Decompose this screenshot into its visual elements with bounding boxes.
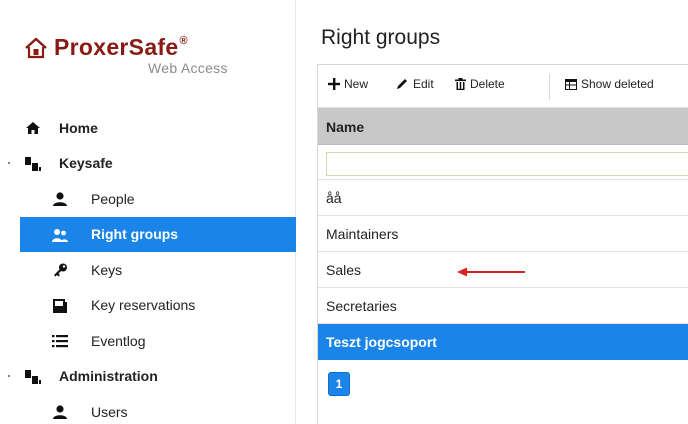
home-icon <box>26 122 40 134</box>
sidebar-item-label: Keysafe <box>59 155 113 172</box>
column-header-name[interactable]: Name <box>318 108 688 145</box>
right-groups-grid: New Edit Delete Show deleted Name åå Mai… <box>317 64 688 424</box>
row-name: åå <box>326 190 342 206</box>
delete-button-label: Delete <box>470 77 505 91</box>
name-filter-input[interactable] <box>326 152 688 176</box>
expand-marker[interactable] <box>8 161 10 164</box>
sidebar-item-label: Right groups <box>91 226 179 243</box>
delete-button[interactable]: Delete <box>455 77 505 91</box>
toolbar-divider <box>549 74 550 100</box>
sidebar-item-keysafe[interactable]: Keysafe <box>0 146 296 182</box>
page-title: Right groups <box>321 26 441 49</box>
sidebar-item-label: Keys <box>91 261 123 278</box>
sidebar-item-people[interactable]: People <box>0 181 296 217</box>
sidebar-item-label: Key reservations <box>91 297 196 314</box>
sidebar-item-label: Home <box>59 119 98 136</box>
person-icon <box>53 405 67 419</box>
row-name: Sales <box>326 262 362 278</box>
pencil-icon <box>397 79 407 89</box>
group-icon <box>52 228 68 242</box>
grid-icon <box>25 156 41 171</box>
new-button[interactable]: New <box>328 77 368 91</box>
sidebar-item-administration[interactable]: Administration <box>0 359 296 395</box>
brand-name: ProxerSafe® <box>54 34 188 60</box>
sidebar-item-label: Administration <box>59 368 158 385</box>
sidebar-item-keys[interactable]: Keys <box>0 252 296 288</box>
house-lock-icon <box>25 37 47 59</box>
sidebar-item-key-reservations[interactable]: Key reservations <box>0 288 296 324</box>
sidebar-item-label: Eventlog <box>91 332 146 349</box>
sidebar-item-eventlog[interactable]: Eventlog <box>0 323 296 359</box>
edit-button[interactable]: Edit <box>396 77 434 91</box>
filter-row <box>318 145 688 180</box>
calendar-icon <box>53 298 67 313</box>
edit-button-label: Edit <box>413 77 434 91</box>
sidebar-item-right-groups[interactable]: Right groups <box>20 216 296 252</box>
list-icon <box>52 335 68 348</box>
row-name: Teszt jogcsoport <box>326 334 437 350</box>
key-icon <box>54 263 67 277</box>
sidebar-item-home[interactable]: Home <box>0 110 296 146</box>
person-icon <box>53 192 67 206</box>
show-deleted-button-label: Show deleted <box>581 77 654 91</box>
table-row-selected[interactable]: Teszt jogcsoport <box>318 324 688 360</box>
registered-mark: ® <box>179 35 188 47</box>
brand-subtitle: Web Access <box>148 60 228 76</box>
main-content: Right groups New Edit Delete Show delete… <box>297 0 688 424</box>
column-header-label: Name <box>326 119 365 135</box>
expand-marker[interactable] <box>8 374 10 377</box>
table-row[interactable]: Maintainers <box>318 216 688 252</box>
sidebar-item-label: Users <box>91 403 128 420</box>
sidebar-item-label: People <box>91 190 135 207</box>
plus-icon <box>328 78 340 90</box>
table-row[interactable]: åå <box>318 180 688 216</box>
table-row[interactable]: Secretaries <box>318 288 688 324</box>
new-button-label: New <box>344 77 369 91</box>
grid-toolbar: New Edit Delete Show deleted <box>318 65 688 108</box>
row-name: Secretaries <box>326 298 397 314</box>
trash-icon <box>455 78 466 90</box>
logo[interactable]: ProxerSafe® Web Access <box>24 34 274 78</box>
table-icon <box>565 78 577 90</box>
row-name: Maintainers <box>326 226 399 242</box>
page-button-current[interactable]: 1 <box>328 372 350 396</box>
annotation-arrow-icon <box>457 267 525 277</box>
sidebar-nav: Home Keysafe People Right groups Keys Ke… <box>0 110 296 424</box>
pager: 1 <box>318 360 688 406</box>
sidebar: ProxerSafe® Web Access Home Keysafe Peop… <box>0 0 296 424</box>
show-deleted-button[interactable]: Show deleted <box>565 77 654 91</box>
grid-icon <box>25 369 41 384</box>
sidebar-item-users[interactable]: Users <box>0 394 296 424</box>
